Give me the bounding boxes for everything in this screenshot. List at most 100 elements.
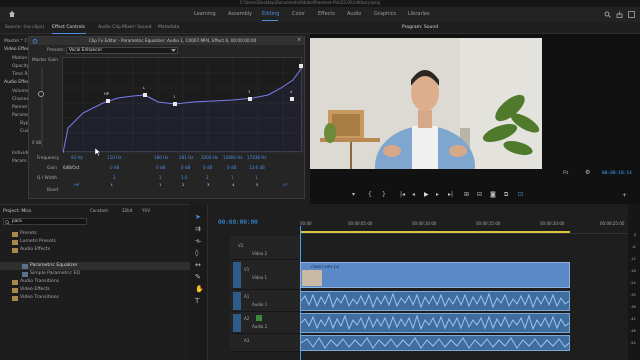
workspace-effects[interactable]: Effects [318,12,335,17]
compare-icon[interactable]: ⧉ [504,192,508,198]
q-l[interactable]: 2 [113,175,116,180]
band-5-button[interactable]: 5 [256,183,258,187]
master-gain-knob[interactable] [38,91,44,97]
tab-source[interactable]: Source: (no clips) [5,25,44,31]
fx-editor-titlebar[interactable]: Clip Fx Editor - Parametric Equalizer: A… [29,37,304,45]
gain-5[interactable]: 13.6 dB [249,165,265,170]
mark-in-icon[interactable]: ▾ [352,192,355,198]
fx-row-opacity[interactable]: Opacity [12,64,29,70]
play-icon[interactable]: ▶ [424,192,429,198]
band-hp-button[interactable]: HP [74,183,79,187]
video-clip[interactable]: C0007.MP4 [V] [300,262,570,288]
workspace-assembly[interactable]: Assembly [228,12,252,17]
audio-clip-a2[interactable] [300,313,570,333]
track-header-v2[interactable]: V2 Video 2 [230,236,300,260]
solo-button-a2[interactable] [256,315,262,321]
folder-audio-transitions[interactable]: Audio Transitions [20,279,59,285]
freq-l[interactable]: 110 Hz [107,155,121,160]
track-header-a2[interactable]: A2 Audio 2 [230,312,300,334]
eq-node-hp[interactable] [106,99,110,103]
gain-1[interactable]: 0 dB [156,165,165,170]
tab-effect-controls[interactable]: Effect Controls [52,25,85,31]
gain-l[interactable]: 0 dB [110,165,119,170]
power-icon[interactable] [32,38,38,44]
q-4[interactable]: 1 [231,175,234,180]
settings-icon[interactable]: ⚙ [585,170,590,176]
band-2-button[interactable]: 2 [182,183,184,187]
tab-metadata[interactable]: Metadata [158,25,179,31]
eq-node-3[interactable] [248,97,252,101]
presets-dropdown[interactable]: Vocal Enhancer [66,47,178,54]
search-icon[interactable] [604,11,611,18]
home-icon[interactable] [8,10,16,18]
track-header-v1[interactable]: V1 Video 1 [230,260,300,290]
fullscreen-icon[interactable] [628,11,635,18]
fx-row-panner[interactable]: Panner [12,105,28,111]
workspace-audio[interactable]: Audio [347,12,361,17]
freq-1[interactable]: 180 Hz [154,155,168,160]
program-video-frame[interactable] [310,38,542,169]
workspace-editing[interactable]: Editing [262,12,279,17]
eq-node-h[interactable] [299,64,303,68]
fx-row-motion[interactable]: Motion [12,56,27,62]
workspace-libraries[interactable]: Libraries [408,12,430,17]
q-2[interactable]: 1.5 [181,175,188,180]
workspace-color[interactable]: Color [292,12,305,17]
freq-2[interactable]: 281 Hz [179,155,193,160]
band-l-button[interactable]: L [111,183,113,187]
eq-node-1[interactable] [173,102,177,106]
share-icon[interactable] [616,11,623,18]
selection-tool-icon[interactable]: ➤ [195,214,201,221]
folder-audio-effects[interactable]: Audio Effects [20,247,50,253]
gain-hp[interactable]: 6dB/Oct [63,165,79,170]
q-3[interactable]: 2 [206,175,209,180]
band-3-button[interactable]: 3 [207,183,209,187]
play-back-icon[interactable]: ◂ [412,192,415,198]
go-to-in-icon[interactable]: } [382,192,386,198]
bit-toggle[interactable]: 32bit [122,209,132,213]
tab-audio-clip-mixer[interactable]: Audio Clip Mixer: Sound [98,25,151,31]
band-4-button[interactable]: 4 [232,183,234,187]
step-back-icon[interactable]: |◂ [400,192,405,198]
track-target-a2[interactable] [233,314,241,332]
folder-video-effects[interactable]: Video Effects [20,287,50,293]
close-icon[interactable]: × [297,38,301,43]
track-target-v1[interactable] [233,262,241,288]
gain-4[interactable]: 0 dB [227,165,236,170]
folder-lumetri-presets[interactable]: Lumetri Presets [20,239,56,245]
effect-parametric-equalizer[interactable]: Parametric Equalizer [30,263,78,269]
camera-icon[interactable]: ◙ [490,192,496,198]
ripple-edit-tool-icon[interactable]: ⟛ [195,238,201,245]
freq-hp[interactable]: 83 Hz [71,155,83,160]
go-to-out-icon[interactable]: ▸| [448,192,453,198]
razor-tool-icon[interactable]: ◊ [195,250,198,257]
master-gain-slider[interactable] [41,67,43,147]
track-select-tool-icon[interactable]: ⇉ [195,226,201,233]
band-lp-button[interactable]: LP [283,183,287,187]
audio-clip-a3[interactable] [300,335,570,351]
type-tool-icon[interactable]: T [195,298,199,305]
program-fit-dropdown[interactable]: Fit [563,171,568,177]
program-add-icon[interactable]: + [622,193,627,199]
timeline-ruler[interactable]: 00:00 00:00:05:00 00:00:10:00 00:00:15:0… [300,220,628,234]
gain-2[interactable]: 0 dB [181,165,190,170]
mark-out-icon[interactable]: { [368,192,372,198]
workspace-learning[interactable]: Learning [194,12,216,17]
folder-video-transitions[interactable]: Video Transitions [20,295,59,301]
eq-graph[interactable]: HP L 1 3 4 [62,57,303,153]
audio-clip-a1[interactable] [300,291,570,311]
freq-5[interactable]: 17438 Hz [247,155,267,160]
eq-node-l[interactable] [143,93,147,97]
q-5[interactable]: 1 [255,175,258,180]
button-editor-icon[interactable]: ⊡ [518,192,523,198]
gain-3[interactable]: 0 dB [203,165,212,170]
slip-tool-icon[interactable]: ↔ [195,262,201,269]
q-1[interactable]: 1 [159,175,162,180]
track-header-a1[interactable]: A1 Audio 1 [230,290,300,312]
step-forward-icon[interactable]: ▸ [436,192,439,198]
track-target-a1[interactable] [233,292,241,310]
extract-icon[interactable]: ⊟ [477,192,482,198]
track-header-a3[interactable]: A3 [230,334,300,352]
pen-tool-icon[interactable]: ✎ [195,274,201,281]
hand-tool-icon[interactable]: ✋ [195,286,204,293]
